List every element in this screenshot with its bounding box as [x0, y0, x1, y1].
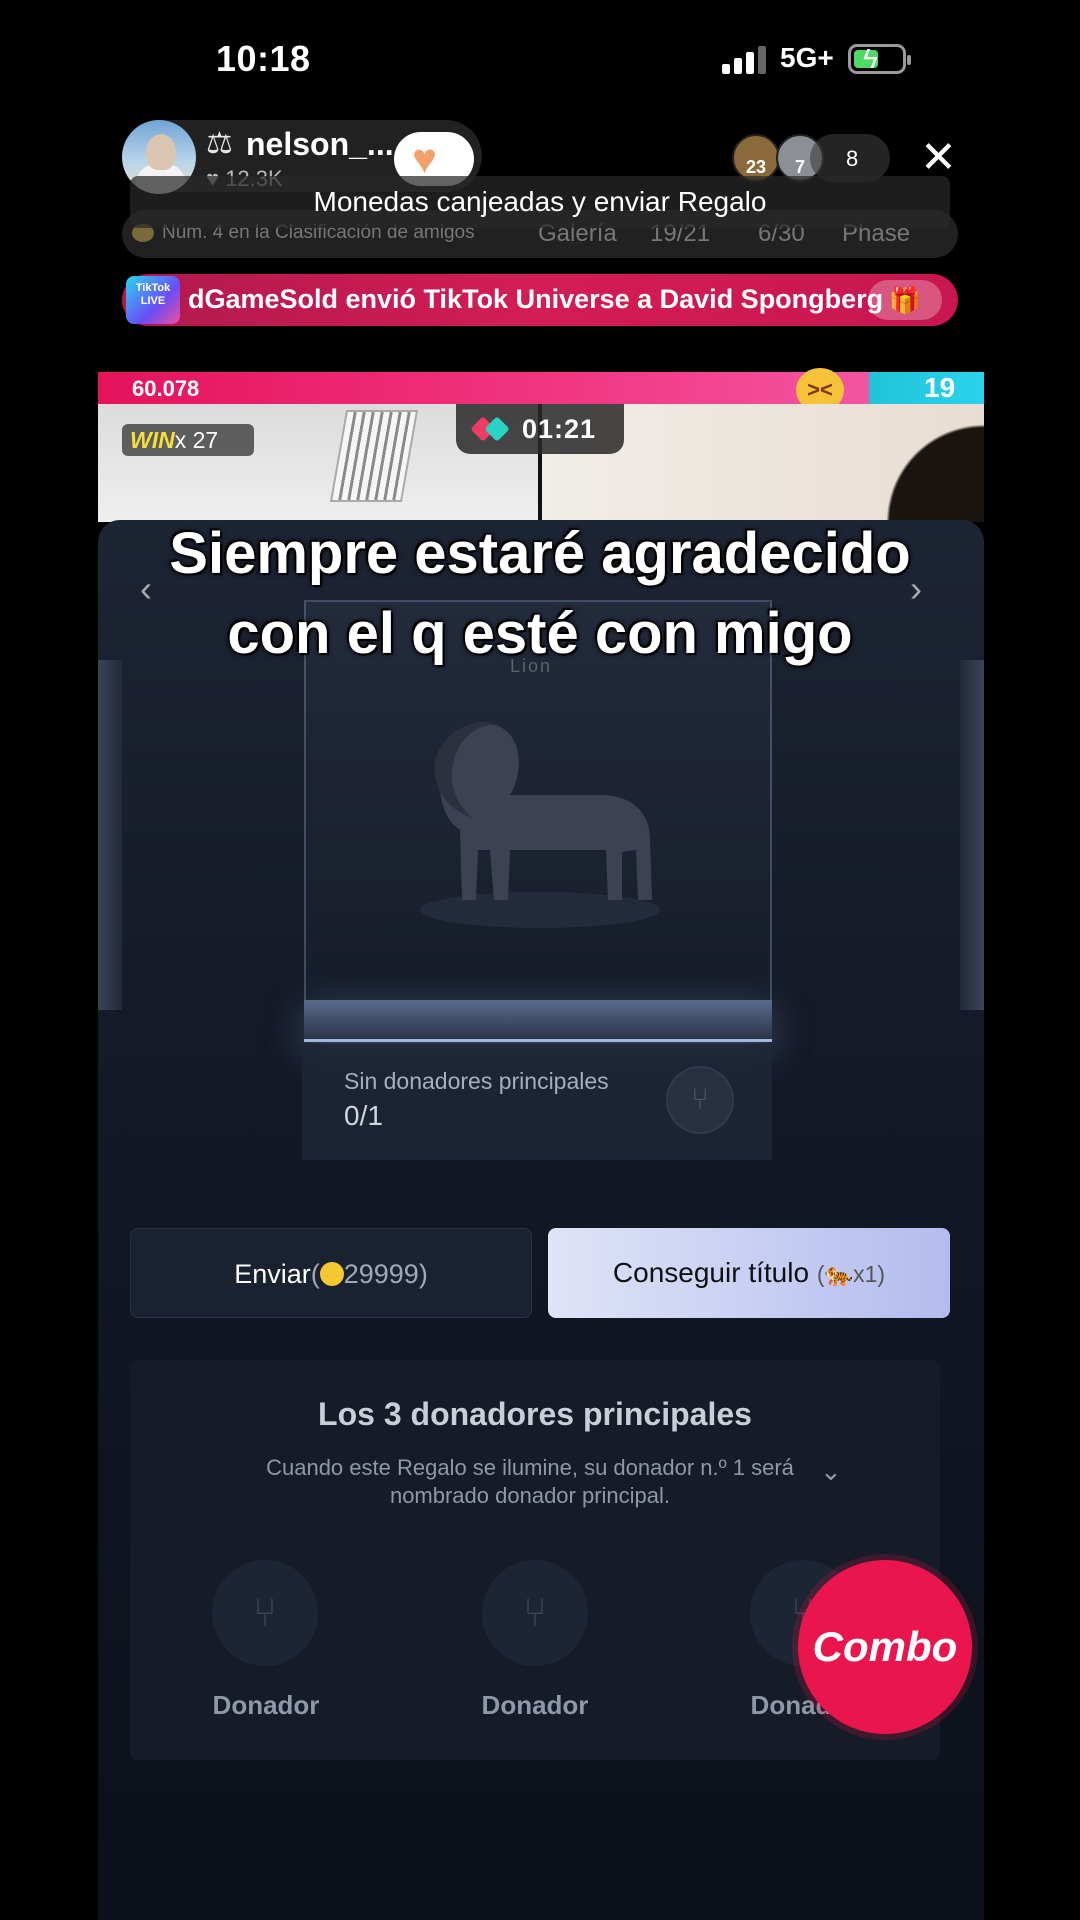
viewer-avatar[interactable]: 23 — [732, 134, 780, 182]
get-title-button[interactable]: Conseguir título (🐅x1) — [548, 1228, 950, 1318]
donor-label: Donador — [481, 1690, 589, 1720]
win-count: x 27 — [174, 427, 219, 453]
live-screen: 10:18 5G+ ϟ ⚖ nelson_... ♥ 12.3K ♥ 4 23 … — [0, 0, 1080, 1920]
signal-icon — [722, 46, 768, 74]
battle-left-score: 60.078 — [132, 376, 200, 401]
battle-icon — [470, 416, 510, 442]
chevron-down-icon[interactable]: ⌄ — [820, 1456, 842, 1487]
status-time: 10:18 — [216, 38, 311, 79]
follow-badge-count: 4 — [440, 156, 451, 176]
battle-left-fill — [98, 372, 869, 404]
battle-right-score: 19 — [924, 372, 956, 403]
prev-gift-edge[interactable] — [98, 660, 122, 1010]
battle-timer: 01:21 — [522, 414, 597, 444]
network-label: 5G+ — [780, 42, 834, 73]
viewer-level: 23 — [745, 157, 767, 177]
send-price: 29999 — [343, 1259, 419, 1289]
title-qty: (🐅x1) — [816, 1261, 886, 1287]
title-label: Conseguir título — [612, 1257, 810, 1288]
redeem-tooltip: Monedas canjeadas y enviar Regalo — [130, 176, 950, 228]
send-price-close: ) — [418, 1259, 428, 1289]
coin-icon — [319, 1261, 344, 1286]
donor-seat-icon[interactable]: ⑂ — [482, 1560, 588, 1666]
top-donors-title: Los 3 donadores principales — [318, 1396, 752, 1432]
donor-label: Donador — [212, 1690, 320, 1720]
battle-score-bar — [98, 372, 984, 404]
subtitle-line-2: con el q esté con migo — [227, 601, 853, 666]
top-donors-description: Cuando este Regalo se ilumine, su donado… — [266, 1455, 794, 1508]
display-case-base — [304, 1000, 772, 1042]
win-prefix: WIN — [130, 427, 175, 453]
top-donor-title: Sin donadores principales — [344, 1068, 609, 1094]
armchair-icon: ⑂ — [666, 1066, 734, 1134]
scale-icon: ⚖ — [206, 127, 233, 160]
subtitle-line-1: Siempre estaré agradecido — [169, 521, 911, 586]
send-price-open: ( — [310, 1259, 320, 1289]
close-icon[interactable]: ✕ — [920, 134, 957, 182]
donor-seat-icon[interactable]: ⑂ — [212, 1560, 318, 1666]
opponent-hair — [880, 404, 984, 522]
top-donor-count: 0/1 — [344, 1100, 383, 1131]
send-gift-button[interactable]: Enviar(29999) — [130, 1228, 532, 1318]
next-gift-edge[interactable] — [960, 660, 984, 1010]
gift-icon[interactable]: 🎁 — [868, 280, 942, 320]
viewer-count: 8 — [846, 146, 859, 171]
gift-banner-text: dGameSold envió TikTok Universe a David … — [188, 284, 884, 314]
tiktok-live-logo: TikTok LIVE — [126, 276, 180, 324]
send-label: Enviar — [234, 1259, 311, 1289]
battery-icon: ϟ — [848, 43, 911, 74]
viewer-level: 7 — [794, 157, 805, 177]
host-name[interactable]: nelson_... — [246, 126, 394, 163]
win-streak-badge: WINx 27 — [122, 424, 254, 456]
combo-button[interactable]: Combo — [798, 1560, 972, 1734]
lion-figure — [420, 722, 660, 928]
